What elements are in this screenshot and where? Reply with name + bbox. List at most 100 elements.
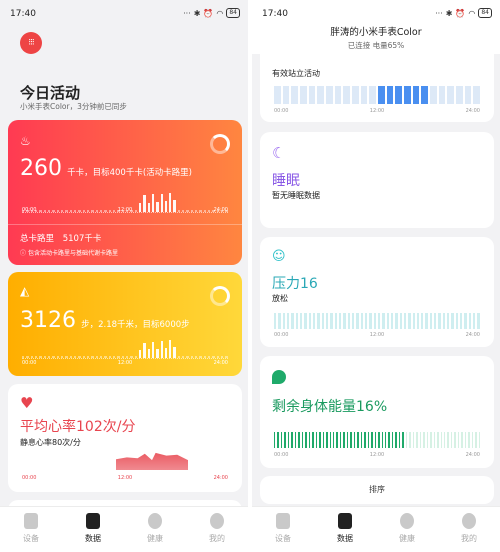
chart-bar — [300, 86, 307, 104]
chart-bar — [308, 313, 311, 329]
chart-bar — [454, 432, 456, 448]
chart-bar — [151, 194, 155, 212]
axis-mid: 12:00 — [117, 475, 133, 481]
steps-progress-ring — [210, 286, 230, 306]
tab-mine[interactable]: 我的 — [186, 507, 248, 552]
chart-bar — [357, 432, 359, 448]
chart-bar — [317, 313, 320, 329]
tab-label: 我的 — [209, 534, 225, 543]
chart-bar — [369, 86, 377, 104]
device-title: 胖涛的小米手表Color — [330, 27, 422, 38]
shoe-icon: ◭ — [20, 284, 30, 298]
chart-bar — [274, 432, 276, 448]
apps-grid-button[interactable]: ⁝⁝⁝ — [20, 32, 42, 54]
chart-bar — [332, 432, 335, 448]
chart-bar — [409, 432, 411, 448]
chart-bar — [280, 432, 283, 448]
chart-bar — [286, 313, 290, 329]
chart-bar — [456, 86, 463, 104]
chart-bar — [442, 313, 446, 329]
chart-bar — [330, 313, 333, 329]
bottom-tab-bar: 设备 数据 健康 我的 — [0, 506, 248, 552]
chart-bar — [169, 340, 172, 358]
axis-start: 00:00 — [274, 332, 289, 338]
chart-bar — [315, 432, 318, 448]
chart-bar — [421, 313, 424, 329]
tab-device[interactable]: 设备 — [0, 507, 62, 552]
chart-bar — [343, 313, 346, 329]
chart-bar — [468, 432, 470, 448]
chart-bar — [438, 313, 441, 329]
sleep-card[interactable]: ☾ 睡眠 暂无睡眠数据 — [260, 132, 494, 228]
tab-device[interactable]: 设备 — [252, 507, 314, 552]
chart-bar — [301, 432, 304, 448]
chart-bar — [419, 432, 422, 448]
chart-bar — [385, 432, 387, 448]
chart-bar — [464, 313, 467, 329]
grid-icon: ⁝⁝⁝ — [28, 37, 35, 48]
status-time: 17:40 — [262, 9, 288, 19]
chart-bar — [173, 199, 176, 212]
chart-bar — [373, 313, 376, 329]
stress-face-icon: ☺ — [272, 249, 286, 264]
chart-bar — [169, 192, 172, 212]
chart-bar — [447, 432, 449, 448]
chart-bar — [430, 432, 432, 448]
energy-chart — [274, 432, 481, 448]
chart-bar — [164, 347, 168, 358]
axis-mid: 12:00 — [369, 332, 385, 338]
energy-title: 剩余身体能量16% — [272, 399, 388, 415]
chart-bar — [403, 313, 407, 329]
chart-bar — [460, 313, 463, 329]
tab-health[interactable]: 健康 — [376, 507, 438, 552]
tab-health[interactable]: 健康 — [124, 507, 186, 552]
alarm-icon: ⏰ — [203, 8, 214, 18]
stress-card[interactable]: ☺ 压力16 放松 00:00 12:00 24:00 — [260, 237, 494, 347]
chart-bar — [367, 432, 370, 448]
axis-end: 24:00 — [465, 452, 480, 458]
chart-bar — [291, 86, 299, 104]
stand-label: 有效站立活动 — [272, 69, 320, 78]
chart-bar — [378, 432, 380, 448]
axis-start: 00:00 — [22, 475, 37, 481]
chart-bar — [287, 432, 290, 448]
chart-bar — [343, 432, 345, 448]
chart-bar — [151, 342, 155, 358]
chart-bar — [378, 86, 385, 104]
heart-rate-card[interactable]: ♥ 平均心率102次/分 静息心率80次/分 00:00 12:00 24:00 — [8, 384, 242, 492]
tab-label: 数据 — [337, 534, 353, 543]
calorie-card[interactable]: ♨ 260 千卡，目标400千卡(活动卡路里) 00:00 12:00 24:0… — [8, 120, 242, 265]
data-icon — [338, 513, 352, 529]
sort-label: 排序 — [369, 485, 385, 494]
chart-bar — [350, 432, 352, 448]
heart-icon: ♥ — [20, 394, 34, 412]
bluetooth-icon: ✱ — [445, 8, 453, 18]
profile-icon — [462, 513, 476, 529]
sort-button[interactable]: 排序 — [260, 476, 494, 504]
chart-bar — [473, 313, 476, 329]
chart-bar — [274, 313, 277, 329]
axis-start: 00:00 — [22, 360, 37, 366]
battery-icon: 84 — [478, 8, 492, 18]
chart-bar — [164, 200, 168, 212]
chart-bar — [156, 348, 159, 358]
tab-data[interactable]: 数据 — [314, 507, 376, 552]
chart-bar — [382, 313, 385, 329]
chart-bar — [461, 432, 463, 448]
chart-bar — [408, 313, 411, 329]
health-icon — [148, 513, 162, 529]
chart-bar — [412, 313, 415, 329]
chart-bar — [143, 195, 146, 212]
chart-bar — [138, 203, 142, 212]
chart-bar — [416, 313, 420, 329]
tab-data[interactable]: 数据 — [62, 507, 124, 552]
steps-card[interactable]: ◭ 3126 步，2.18千米，目标6000步 00:00 12:00 24:0… — [8, 272, 242, 376]
tab-mine[interactable]: 我的 — [438, 507, 500, 552]
body-energy-card[interactable]: 剩余身体能量16% 00:00 12:00 24:00 — [260, 356, 494, 468]
chart-bar — [447, 86, 455, 104]
chart-bar — [312, 313, 316, 329]
chart-bar — [282, 86, 290, 104]
stress-chart — [274, 313, 480, 329]
chart-bar — [404, 86, 411, 104]
more-icon: ··· — [435, 8, 443, 18]
